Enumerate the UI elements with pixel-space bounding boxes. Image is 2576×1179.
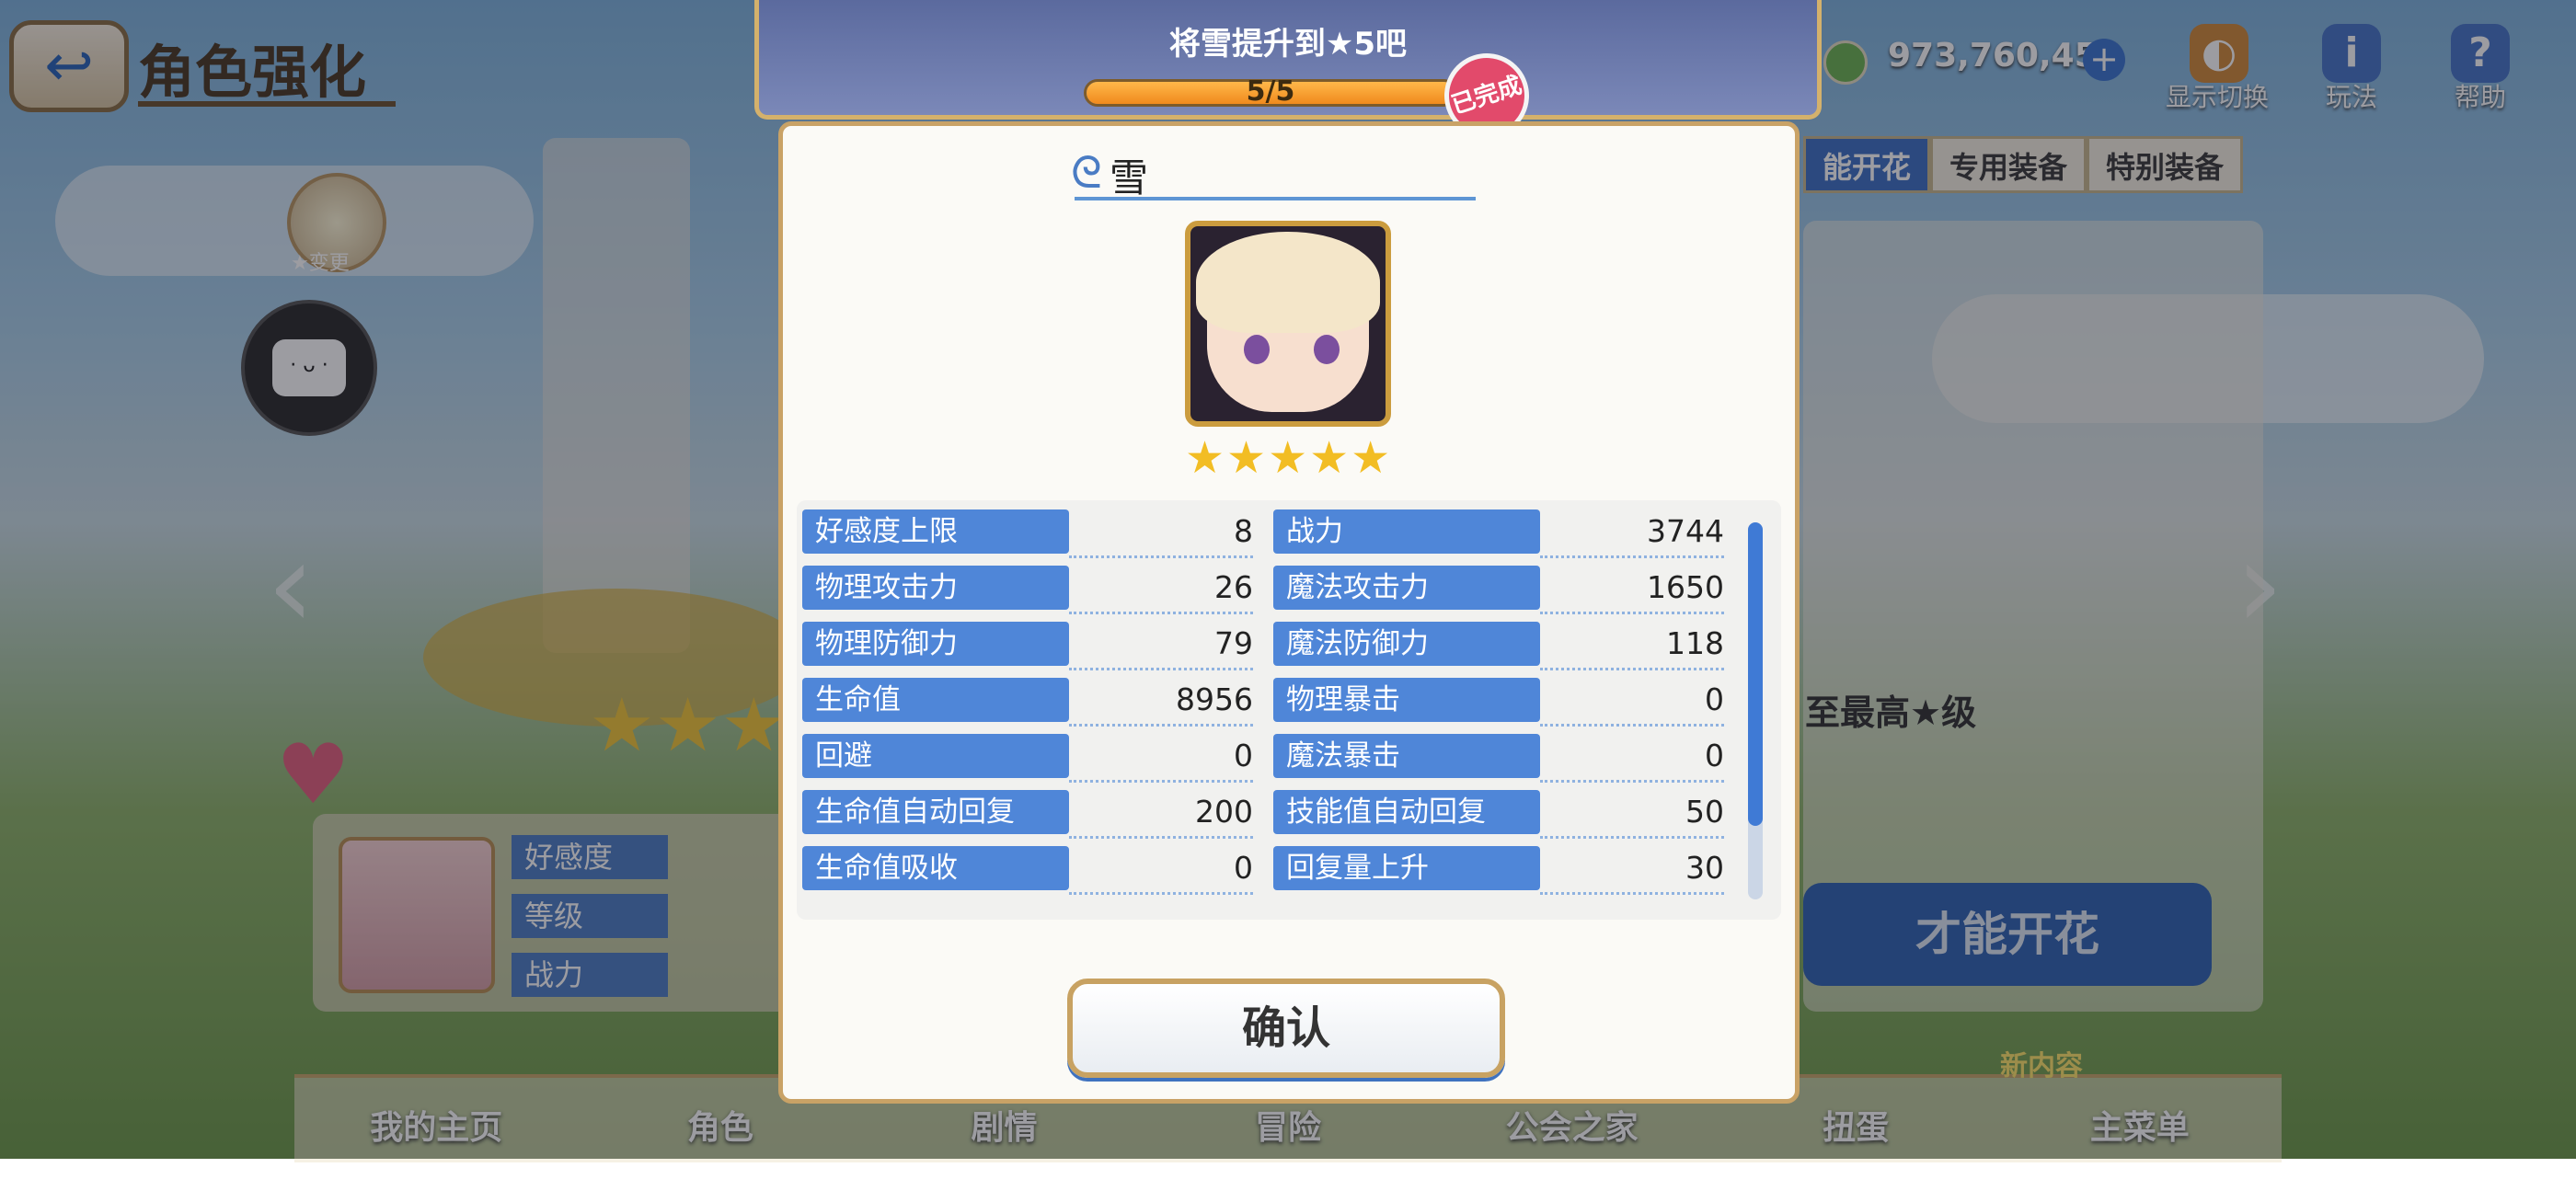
- stat-label: 魔法攻击力: [1273, 566, 1540, 610]
- stat-divider: [1069, 780, 1253, 783]
- stat-label: 好感度上限: [802, 509, 1069, 554]
- stat-label: 魔法防御力: [1273, 622, 1540, 666]
- stat-value: 26: [1214, 569, 1253, 605]
- stat-label: 技能值自动回复: [1273, 790, 1540, 834]
- confirm-button[interactable]: 确认: [1067, 979, 1505, 1078]
- stat-value: 8956: [1176, 681, 1253, 717]
- stat-value: 3744: [1647, 513, 1724, 549]
- stat-divider: [1540, 668, 1724, 670]
- name-swirl-icon: ᘓ: [1071, 147, 1102, 199]
- stat-label: 生命值: [802, 678, 1069, 722]
- stat-label: 回避: [802, 734, 1069, 778]
- stat-value: 30: [1685, 850, 1724, 886]
- stat-divider: [1540, 780, 1724, 783]
- portrait-eye: [1314, 335, 1340, 364]
- stats-scrollbar-thumb[interactable]: [1748, 522, 1763, 826]
- stat-label: 生命值自动回复: [802, 790, 1069, 834]
- stat-divider: [1069, 892, 1253, 895]
- stats-scrollbar[interactable]: [1748, 522, 1763, 899]
- stat-value: 8: [1234, 513, 1253, 549]
- stat-label: 战力: [1273, 509, 1540, 554]
- stat-value: 0: [1705, 738, 1724, 773]
- stat-value: 79: [1214, 625, 1253, 661]
- stat-divider: [1540, 724, 1724, 727]
- stat-value: 0: [1705, 681, 1724, 717]
- stat-label: 生命值吸收: [802, 846, 1069, 890]
- stat-label: 回复量上升: [1273, 846, 1540, 890]
- stat-divider: [1540, 612, 1724, 614]
- stat-label: 物理暴击: [1273, 678, 1540, 722]
- stat-divider: [1069, 836, 1253, 839]
- name-underline: [1075, 197, 1476, 200]
- stat-divider: [1540, 892, 1724, 895]
- stat-value: 200: [1195, 794, 1253, 830]
- stat-value: 1650: [1647, 569, 1724, 605]
- character-portrait: [1185, 221, 1391, 427]
- mission-progress-text: 5/5: [1246, 75, 1295, 108]
- character-name: 雪: [1110, 155, 1149, 200]
- stat-value: 50: [1685, 794, 1724, 830]
- stat-value: 118: [1666, 625, 1724, 661]
- stat-divider: [1069, 724, 1253, 727]
- character-star-rating: ★★★★★: [1185, 432, 1393, 484]
- stat-value: 0: [1234, 850, 1253, 886]
- stat-value: 0: [1234, 738, 1253, 773]
- stat-label: 魔法暴击: [1273, 734, 1540, 778]
- stat-divider: [1540, 836, 1724, 839]
- stat-label: 物理防御力: [802, 622, 1069, 666]
- mission-title: 将雪提升到★5吧: [1168, 26, 1408, 63]
- portrait-eye: [1244, 335, 1270, 364]
- stat-divider: [1069, 612, 1253, 614]
- portrait-hair: [1196, 232, 1380, 333]
- stat-label: 物理攻击力: [802, 566, 1069, 610]
- stat-divider: [1069, 668, 1253, 670]
- stat-divider: [1069, 555, 1253, 558]
- stat-divider: [1540, 555, 1724, 558]
